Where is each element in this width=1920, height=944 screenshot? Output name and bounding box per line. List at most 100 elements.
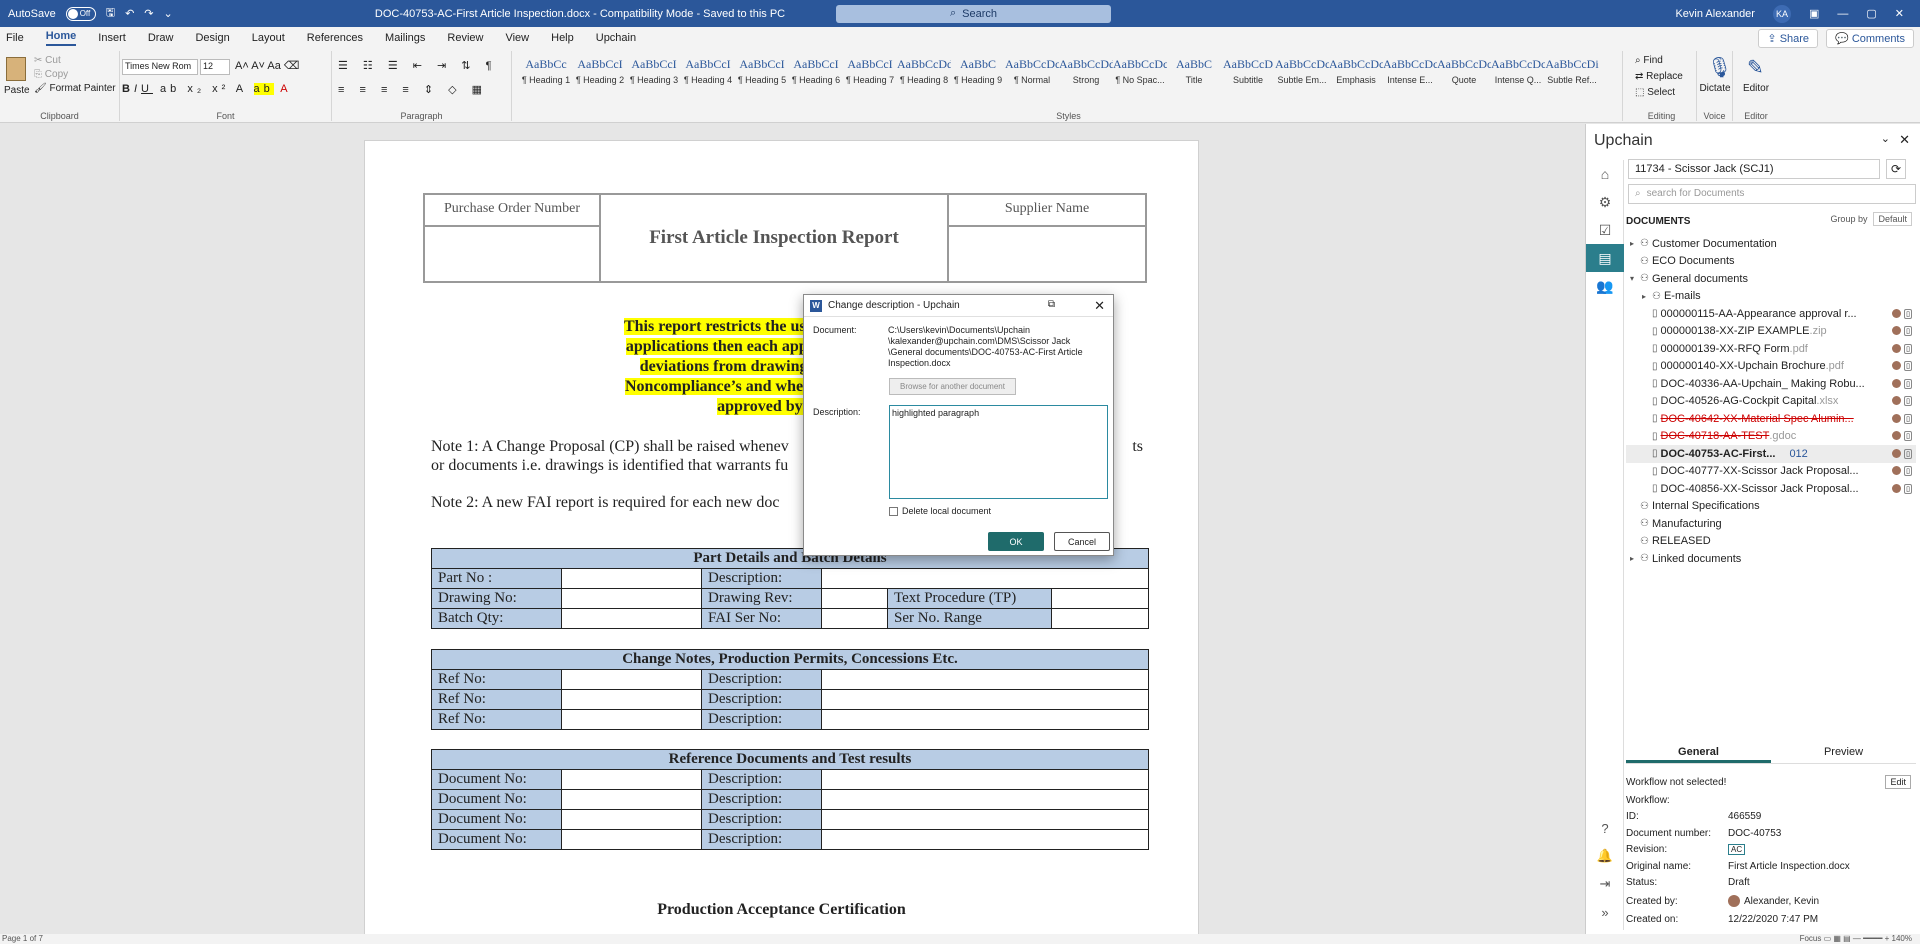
table-cell[interactable] (821, 829, 1149, 850)
style-item[interactable]: AaBbCc ¶ Heading 1 (519, 57, 573, 85)
table-cell[interactable] (821, 689, 1149, 710)
table-cell[interactable] (561, 809, 702, 830)
editor-icon[interactable]: ✎ (1747, 55, 1764, 80)
select-button[interactable]: ⬚ Select (1635, 87, 1675, 98)
tree-item[interactable]: ⚇ Manufacturing (1626, 515, 1916, 533)
style-item[interactable]: AaBbCcDc Intense E... (1383, 57, 1437, 85)
style-item[interactable]: AaBbCcI ¶ Heading 7 (843, 57, 897, 85)
refresh-icon[interactable]: ⟳ (1886, 159, 1906, 179)
expand-icon[interactable]: ▸ (1630, 239, 1640, 248)
style-item[interactable]: AaBbCcDc ¶ Normal (1005, 57, 1059, 85)
table-cell[interactable] (561, 769, 702, 790)
table-cell[interactable] (821, 709, 1149, 730)
style-item[interactable]: AaBbCcDc Intense Q... (1491, 57, 1545, 85)
comments-button[interactable]: 💬 Comments (1826, 29, 1914, 48)
style-item[interactable]: AaBbCcDc Subtle Em... (1275, 57, 1329, 85)
font-format-icons[interactable]: BIU ab x₂ x² A ab A (122, 83, 292, 95)
editor-button[interactable]: Editor (1735, 83, 1777, 94)
style-item[interactable]: AaBbC Title (1167, 57, 1221, 85)
close-icon[interactable]: ✕ (1094, 298, 1105, 314)
tree-item[interactable]: ▯ DOC-40856-XX-Scissor Jack Proposal... ▯ (1626, 480, 1916, 498)
paste-icon[interactable] (6, 57, 26, 81)
table-cell[interactable] (821, 789, 1149, 810)
find-button[interactable]: ⌕ Find (1635, 55, 1663, 66)
tab-general[interactable]: General (1626, 742, 1771, 763)
expand-icon[interactable]: ▸ (1630, 554, 1640, 563)
style-item[interactable]: AaBbCcDc Quote (1437, 57, 1491, 85)
hierarchy-icon[interactable]: ⚙ (1586, 188, 1624, 216)
tree-item[interactable]: ▯ 000000139-XX-RFQ Form .pdf ▯ (1626, 340, 1916, 358)
redo-icon[interactable]: ↷ (144, 7, 153, 20)
tree-item[interactable]: ▸ ⚇ E-mails (1626, 288, 1916, 306)
microphone-icon[interactable]: 🎙 (1707, 55, 1732, 80)
tab-home[interactable]: Home (45, 30, 77, 46)
table-cell[interactable] (1051, 588, 1149, 609)
style-item[interactable]: AaBbC ¶ Heading 9 (951, 57, 1005, 85)
table-cell[interactable] (821, 568, 1149, 589)
tree-item[interactable]: ⚇ Internal Specifications (1626, 498, 1916, 516)
style-item[interactable]: AaBbCcDc Emphasis (1329, 57, 1383, 85)
table-cell[interactable] (561, 588, 702, 609)
table-cell[interactable] (821, 669, 1149, 690)
autosave-toggle[interactable]: Off (65, 6, 96, 21)
tab-view[interactable]: View (505, 32, 529, 44)
tab-references[interactable]: References (307, 32, 363, 44)
home-icon[interactable]: ⌂ (1586, 160, 1624, 188)
table-cell[interactable] (561, 669, 702, 690)
expand-icon[interactable]: ▾ (1630, 274, 1640, 283)
tab-layout[interactable]: Layout (252, 32, 285, 44)
tree-item[interactable]: ▯ DOC-40526-AG-Cockpit Capital .xlsx ▯ (1626, 393, 1916, 411)
format-painter-button[interactable]: 🖌 Format Painter (34, 83, 116, 94)
tab-design[interactable]: Design (195, 32, 229, 44)
tab-review[interactable]: Review (447, 32, 483, 44)
edit-button[interactable]: Edit (1885, 775, 1911, 789)
minimize-icon[interactable]: — (1837, 8, 1848, 20)
close-icon[interactable]: ✕ (1895, 7, 1904, 20)
chevron-down-icon[interactable]: ⌄ (1881, 132, 1890, 145)
tree-item[interactable]: ⚇ RELEASED (1626, 533, 1916, 551)
ok-button[interactable]: OK (988, 532, 1044, 551)
avatar[interactable]: KA (1772, 4, 1791, 23)
share-button[interactable]: ⇪ Share (1758, 29, 1819, 48)
align-icons[interactable]: ≡ ≡ ≡ ≡ ⇕ ◇ ▦ (338, 83, 488, 96)
tab-file[interactable]: File (6, 32, 24, 44)
tree-item[interactable]: ▯ DOC-40718-AA-TEST .gdoc ▯ (1626, 428, 1916, 446)
tree-item[interactable]: ▯ DOC-40777-XX-Scissor Jack Proposal... ▯ (1626, 463, 1916, 481)
browse-button[interactable]: Browse for another document (889, 378, 1016, 395)
style-item[interactable]: AaBbCcI ¶ Heading 3 (627, 57, 681, 85)
table-cell[interactable] (561, 689, 702, 710)
tree-item[interactable]: ▯ DOC-40753-AC-First... ▯ 012 (1626, 445, 1916, 463)
ribbon-display-icon[interactable]: ▣ (1809, 7, 1819, 20)
style-item[interactable]: AaBbCcDd Strong (1059, 57, 1113, 85)
checkbox-box[interactable] (889, 506, 898, 516)
tab-insert[interactable]: Insert (98, 32, 126, 44)
sign-out-icon[interactable]: ⇥ (1586, 870, 1624, 898)
table-cell[interactable] (1051, 608, 1149, 629)
tasks-icon[interactable]: ☑ (1586, 216, 1624, 244)
cut-button[interactable]: ✂ Cut (34, 55, 61, 66)
style-item[interactable]: AaBbCcI ¶ Heading 5 (735, 57, 789, 85)
user-name[interactable]: Kevin Alexander (1675, 8, 1755, 20)
help-icon[interactable]: ? (1586, 814, 1624, 842)
tree-item[interactable]: ▯ DOC-40642-XX-Material Spec Alumin... ▯ (1626, 410, 1916, 428)
notifications-icon[interactable]: 🔔 (1586, 842, 1624, 870)
table-cell[interactable] (561, 789, 702, 810)
tab-help[interactable]: Help (551, 32, 574, 44)
font-name-select[interactable]: Times New Rom (122, 59, 198, 75)
description-input[interactable]: highlighted paragraph (889, 405, 1108, 499)
tree-item[interactable]: ▾ ⚇ General documents (1626, 270, 1916, 288)
customize-icon[interactable]: ⌄ (164, 7, 173, 20)
tree-item[interactable]: ▸ ⚇ Linked documents (1626, 550, 1916, 568)
zoom-level[interactable]: Focus ▭ ▦ ▤ — ━━━━ + 140% (1800, 934, 1912, 943)
table-cell[interactable] (821, 809, 1149, 830)
grow-font-icon[interactable]: A˄ A˅ Aa ⌫ (235, 59, 300, 72)
style-item[interactable]: AaBbCcDi Subtle Ref... (1545, 57, 1599, 85)
tree-item[interactable]: ▯ 000000140-XX-Upchain Brochure .pdf ▯ (1626, 358, 1916, 376)
table-cell[interactable] (821, 588, 888, 609)
tree-item[interactable]: ▯ 000000115-AA-Appearance approval r... ▯ (1626, 305, 1916, 323)
team-icon[interactable]: 👥 (1586, 272, 1624, 300)
cancel-button[interactable]: Cancel (1054, 532, 1110, 551)
table-cell[interactable] (561, 829, 702, 850)
save-icon[interactable]: 🖫 (106, 4, 115, 23)
tab-draw[interactable]: Draw (148, 32, 174, 44)
